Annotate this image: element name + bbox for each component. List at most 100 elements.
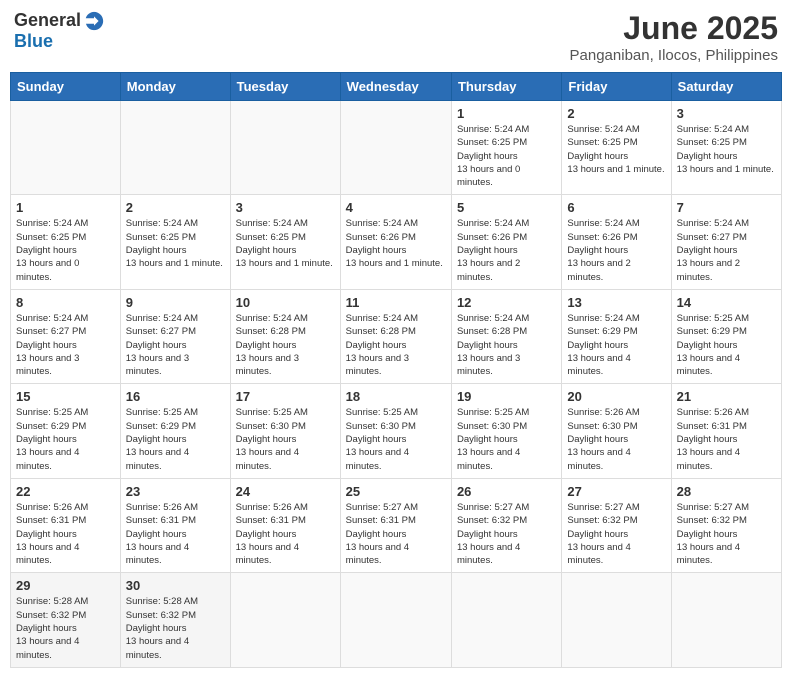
day-number: 10 xyxy=(236,295,335,310)
day-info: Sunrise: 5:25 AMSunset: 6:30 PMDaylight … xyxy=(236,406,335,472)
weekday-header-wednesday: Wednesday xyxy=(340,73,451,101)
day-info: Sunrise: 5:25 AMSunset: 6:29 PMDaylight … xyxy=(677,312,776,378)
calendar-cell: 26 Sunrise: 5:27 AMSunset: 6:32 PMDayligh… xyxy=(451,478,561,572)
day-number: 8 xyxy=(16,295,115,310)
day-number: 18 xyxy=(346,389,446,404)
day-number: 14 xyxy=(677,295,776,310)
weekday-header-friday: Friday xyxy=(562,73,671,101)
weekday-header-thursday: Thursday xyxy=(451,73,561,101)
day-info: Sunrise: 5:24 AMSunset: 6:27 PMDaylight … xyxy=(677,217,776,283)
day-info: Sunrise: 5:24 AMSunset: 6:26 PMDaylight … xyxy=(457,217,556,283)
calendar-table: SundayMondayTuesdayWednesdayThursdayFrid… xyxy=(10,72,782,668)
day-number: 11 xyxy=(346,295,446,310)
calendar-week-2: 1Sunrise: 5:24 AMSunset: 6:25 PMDaylight… xyxy=(11,195,782,289)
calendar-cell: 13Sunrise: 5:24 AMSunset: 6:29 PMDayligh… xyxy=(562,289,671,383)
day-number: 2 xyxy=(567,106,665,121)
day-info: Sunrise: 5:24 AMSunset: 6:25 PMDaylight … xyxy=(567,123,665,176)
calendar-cell: 11Sunrise: 5:24 AMSunset: 6:28 PMDayligh… xyxy=(340,289,451,383)
calendar-cell: 5 Sunrise: 5:24 AMSunset: 6:26 PMDaylight… xyxy=(451,195,561,289)
day-number: 15 xyxy=(16,389,115,404)
calendar-week-1: 1 Sunrise: 5:24 AMSunset: 6:25 PMDaylight… xyxy=(11,101,782,195)
day-number: 22 xyxy=(16,484,115,499)
calendar-cell xyxy=(340,573,451,667)
calendar-cell: 27Sunrise: 5:27 AMSunset: 6:32 PMDayligh… xyxy=(562,478,671,572)
calendar-cell: 25Sunrise: 5:27 AMSunset: 6:31 PMDayligh… xyxy=(340,478,451,572)
calendar-cell: 20 Sunrise: 5:26 AMSunset: 6:30 PMDayligh… xyxy=(562,384,671,478)
calendar-cell: 16Sunrise: 5:25 AMSunset: 6:29 PMDayligh… xyxy=(120,384,230,478)
day-info: Sunrise: 5:28 AMSunset: 6:32 PMDaylight … xyxy=(126,595,225,661)
calendar-cell: 4Sunrise: 5:24 AMSunset: 6:26 PMDaylight… xyxy=(340,195,451,289)
calendar-cell: 19 Sunrise: 5:25 AMSunset: 6:30 PMDayligh… xyxy=(451,384,561,478)
day-number: 9 xyxy=(126,295,225,310)
day-number: 1 xyxy=(457,106,556,121)
weekday-header-monday: Monday xyxy=(120,73,230,101)
logo-general: General xyxy=(14,11,81,31)
title-section: June 2025 Panganiban, Ilocos, Philippine… xyxy=(570,10,778,64)
day-info: Sunrise: 5:24 AMSunset: 6:26 PMDaylight … xyxy=(346,217,446,270)
day-info: Sunrise: 5:24 AMSunset: 6:26 PMDaylight … xyxy=(567,217,665,283)
calendar-cell: 1Sunrise: 5:24 AMSunset: 6:25 PMDaylight… xyxy=(11,195,121,289)
weekday-header-saturday: Saturday xyxy=(671,73,781,101)
day-number: 21 xyxy=(677,389,776,404)
calendar-cell: 30 Sunrise: 5:28 AMSunset: 6:32 PMDayligh… xyxy=(120,573,230,667)
calendar-cell: 7 Sunrise: 5:24 AMSunset: 6:27 PMDaylight… xyxy=(671,195,781,289)
day-number: 26 xyxy=(457,484,556,499)
day-number: 29 xyxy=(16,578,115,593)
calendar-cell: 14 Sunrise: 5:25 AMSunset: 6:29 PMDayligh… xyxy=(671,289,781,383)
day-info: Sunrise: 5:24 AMSunset: 6:25 PMDaylight … xyxy=(236,217,335,270)
calendar-cell xyxy=(671,573,781,667)
day-info: Sunrise: 5:27 AMSunset: 6:32 PMDaylight … xyxy=(457,501,556,567)
day-info: Sunrise: 5:27 AMSunset: 6:32 PMDaylight … xyxy=(677,501,776,567)
day-info: Sunrise: 5:24 AMSunset: 6:25 PMDaylight … xyxy=(677,123,776,176)
day-info: Sunrise: 5:24 AMSunset: 6:28 PMDaylight … xyxy=(236,312,335,378)
day-number: 24 xyxy=(236,484,335,499)
calendar-cell: 23Sunrise: 5:26 AMSunset: 6:31 PMDayligh… xyxy=(120,478,230,572)
calendar-cell xyxy=(451,573,561,667)
day-number: 3 xyxy=(236,200,335,215)
day-info: Sunrise: 5:27 AMSunset: 6:32 PMDaylight … xyxy=(567,501,665,567)
logo: General Blue xyxy=(14,10,105,52)
day-number: 3 xyxy=(677,106,776,121)
day-number: 17 xyxy=(236,389,335,404)
day-number: 5 xyxy=(457,200,556,215)
calendar-cell: 10 Sunrise: 5:24 AMSunset: 6:28 PMDayligh… xyxy=(230,289,340,383)
calendar-cell: 12Sunrise: 5:24 AMSunset: 6:28 PMDayligh… xyxy=(451,289,561,383)
day-info: Sunrise: 5:26 AMSunset: 6:31 PMDaylight … xyxy=(236,501,335,567)
calendar-cell: 22Sunrise: 5:26 AMSunset: 6:31 PMDayligh… xyxy=(11,478,121,572)
day-number: 6 xyxy=(567,200,665,215)
calendar-cell xyxy=(230,101,340,195)
day-number: 20 xyxy=(567,389,665,404)
calendar-cell xyxy=(340,101,451,195)
day-info: Sunrise: 5:24 AMSunset: 6:28 PMDaylight … xyxy=(457,312,556,378)
weekday-header-tuesday: Tuesday xyxy=(230,73,340,101)
calendar-week-6: 29 Sunrise: 5:28 AMSunset: 6:32 PMDayligh… xyxy=(11,573,782,667)
calendar-cell: 29 Sunrise: 5:28 AMSunset: 6:32 PMDayligh… xyxy=(11,573,121,667)
day-info: Sunrise: 5:24 AMSunset: 6:25 PMDaylight … xyxy=(457,123,556,189)
day-info: Sunrise: 5:24 AMSunset: 6:25 PMDaylight … xyxy=(126,217,225,270)
day-number: 7 xyxy=(677,200,776,215)
calendar-cell xyxy=(11,101,121,195)
calendar-cell: 6 Sunrise: 5:24 AMSunset: 6:26 PMDaylight… xyxy=(562,195,671,289)
weekday-header-row: SundayMondayTuesdayWednesdayThursdayFrid… xyxy=(11,73,782,101)
day-number: 2 xyxy=(126,200,225,215)
calendar-cell: 15Sunrise: 5:25 AMSunset: 6:29 PMDayligh… xyxy=(11,384,121,478)
calendar-cell xyxy=(562,573,671,667)
calendar-cell: 1 Sunrise: 5:24 AMSunset: 6:25 PMDaylight… xyxy=(451,101,561,195)
calendar-week-3: 8Sunrise: 5:24 AMSunset: 6:27 PMDaylight… xyxy=(11,289,782,383)
day-info: Sunrise: 5:28 AMSunset: 6:32 PMDaylight … xyxy=(16,595,115,661)
weekday-header-sunday: Sunday xyxy=(11,73,121,101)
day-number: 30 xyxy=(126,578,225,593)
calendar-cell: 24 Sunrise: 5:26 AMSunset: 6:31 PMDayligh… xyxy=(230,478,340,572)
day-info: Sunrise: 5:26 AMSunset: 6:31 PMDaylight … xyxy=(677,406,776,472)
calendar-cell xyxy=(230,573,340,667)
calendar-cell: 3 Sunrise: 5:24 AMSunset: 6:25 PMDaylight… xyxy=(230,195,340,289)
month-title: June 2025 xyxy=(570,10,778,47)
page-header: General Blue June 2025 Panganiban, Iloco… xyxy=(10,10,782,64)
day-number: 19 xyxy=(457,389,556,404)
day-info: Sunrise: 5:24 AMSunset: 6:29 PMDaylight … xyxy=(567,312,665,378)
logo-icon xyxy=(83,10,105,32)
calendar-cell: 2 Sunrise: 5:24 AMSunset: 6:25 PMDaylight… xyxy=(562,101,671,195)
day-info: Sunrise: 5:26 AMSunset: 6:31 PMDaylight … xyxy=(126,501,225,567)
day-info: Sunrise: 5:26 AMSunset: 6:30 PMDaylight … xyxy=(567,406,665,472)
day-info: Sunrise: 5:25 AMSunset: 6:30 PMDaylight … xyxy=(457,406,556,472)
